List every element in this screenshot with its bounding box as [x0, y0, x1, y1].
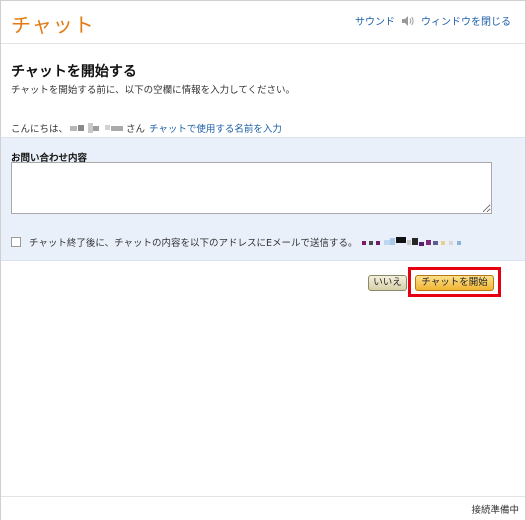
status-bar: 接続準備中 — [1, 496, 525, 520]
chat-window: チャット サウンド ウィンドウを閉じる チャットを開始する チャットを開始する前… — [0, 0, 526, 520]
no-button[interactable]: いいえ — [368, 275, 407, 291]
connection-status: 接続準備中 — [471, 505, 519, 516]
email-option-row: チャット終了後に、チャットの内容を以下のアドレスにEメールで送信する。 — [11, 235, 486, 249]
start-chat-button[interactable]: チャットを開始 — [415, 275, 494, 291]
greeting-suffix: さん — [126, 124, 146, 135]
close-window-link[interactable]: ウィンドウを閉じる — [421, 13, 511, 28]
header: チャット サウンド ウィンドウを閉じる — [1, 1, 525, 44]
email-option-label: チャット終了後に、チャットの内容を以下のアドレスにEメールで送信する。 — [29, 238, 358, 249]
enter-name-link[interactable]: チャットで使用する名前を入力 — [149, 121, 282, 135]
greeting-prefix: こんにちは、 — [11, 124, 69, 135]
speaker-icon[interactable] — [401, 15, 415, 27]
section-description: チャットを開始する前に、以下の空欄に情報を入力してください。 — [11, 85, 296, 96]
email-transcript-checkbox[interactable] — [11, 237, 21, 247]
sound-toggle-link[interactable]: サウンド — [355, 13, 395, 28]
inquiry-panel: お問い合わせ内容 チャット終了後に、チャットの内容を以下のアドレスにEメールで送… — [1, 137, 525, 261]
section-title: チャットを開始する — [11, 64, 137, 80]
header-links: サウンド ウィンドウを閉じる — [355, 13, 511, 28]
redacted-email — [361, 237, 486, 247]
inquiry-textarea[interactable] — [11, 162, 492, 214]
redacted-name — [68, 123, 126, 133]
greeting: こんにちは、 さん チャットで使用する名前を入力 — [11, 121, 282, 135]
window-title: チャット — [11, 13, 95, 37]
